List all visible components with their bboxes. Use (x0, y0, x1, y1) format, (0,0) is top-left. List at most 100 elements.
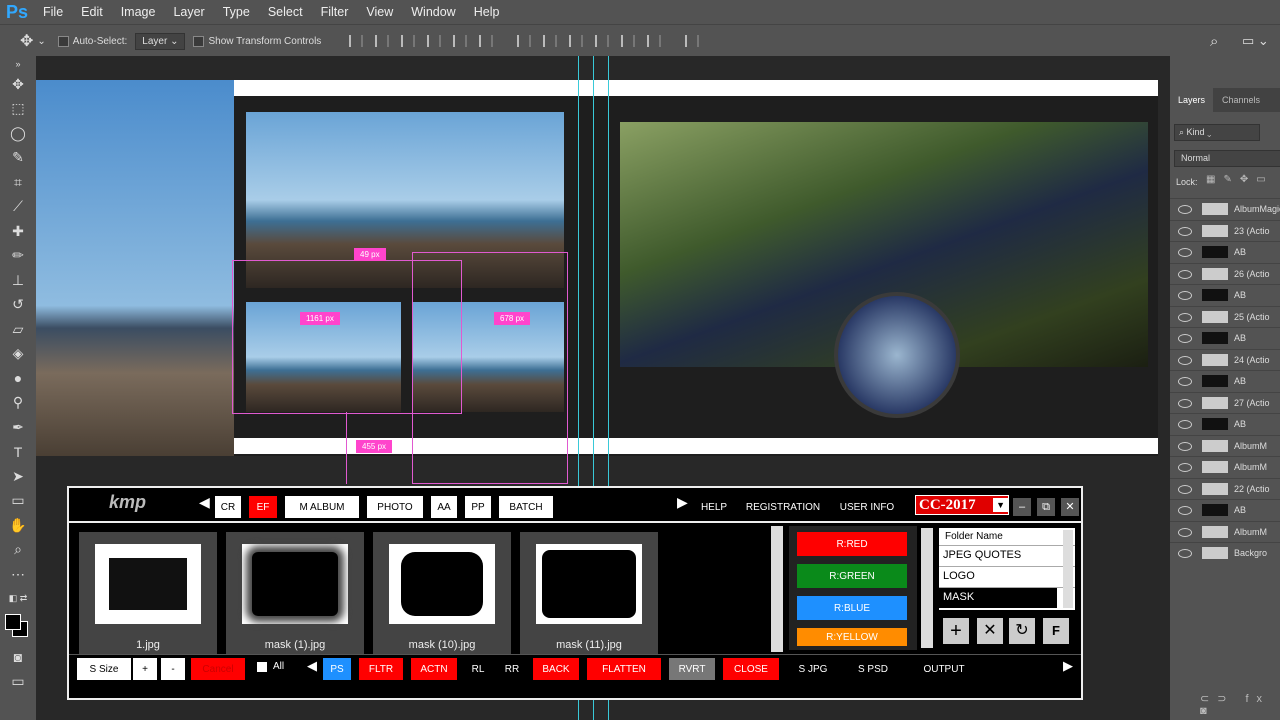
blue-button[interactable]: R:BLUE (797, 596, 907, 620)
blend-mode-select[interactable]: Normal (1174, 150, 1280, 167)
auto-select-dropdown[interactable]: Layer ⌄ (135, 32, 186, 50)
green-button[interactable]: R:GREEN (797, 564, 907, 588)
refresh-folder-button[interactable]: ↻ (1009, 618, 1035, 644)
layer-row[interactable]: 26 (Actio (1170, 262, 1280, 285)
layer-row[interactable]: AB (1170, 241, 1280, 263)
healing-tool-icon[interactable]: ✚ (0, 219, 36, 244)
visibility-eye-icon[interactable] (1178, 334, 1192, 343)
align-vcenter-icon[interactable] (375, 35, 390, 47)
s-psd-button[interactable]: S PSD (847, 658, 899, 680)
swap-colors-icon[interactable]: ◧ ⇄ (0, 587, 36, 612)
visibility-eye-icon[interactable] (1178, 398, 1192, 408)
cancel-button[interactable]: Cancel (191, 658, 245, 680)
back-button[interactable]: BACK (533, 658, 579, 680)
thumbnail-item[interactable]: mask (11).jpg (520, 532, 658, 654)
yellow-button[interactable]: R:YELLOW (797, 628, 907, 646)
chevron-right-icon[interactable]: ▶ (677, 494, 688, 511)
close-button[interactable]: CLOSE (723, 658, 779, 680)
layer-row[interactable]: AB (1170, 370, 1280, 392)
visibility-eye-icon[interactable] (1178, 527, 1192, 537)
output-button[interactable]: OUTPUT (907, 658, 981, 680)
batch-button[interactable]: BATCH (499, 496, 553, 518)
cr-button[interactable]: CR (215, 496, 241, 518)
visibility-eye-icon[interactable] (1178, 248, 1192, 257)
path-select-icon[interactable]: ➤ (0, 464, 36, 489)
thumbnail-item[interactable]: mask (1).jpg (226, 532, 364, 654)
minimize-button[interactable]: – (1013, 498, 1031, 516)
minus-button[interactable]: - (161, 658, 185, 680)
visibility-eye-icon[interactable] (1178, 463, 1192, 472)
thumbnail-item[interactable]: 1.jpg (79, 532, 217, 654)
layer-row[interactable]: AlbumM (1170, 520, 1280, 543)
transform-controls-checkbox[interactable] (193, 35, 205, 47)
stamp-tool-icon[interactable]: ⊥ (0, 268, 36, 293)
pp-button[interactable]: PP (465, 496, 491, 518)
pen-tool-icon[interactable]: ✒ (0, 415, 36, 440)
thumbnails-scrollbar[interactable] (771, 526, 783, 652)
registration-link[interactable]: REGISTRATION (739, 496, 827, 518)
menu-filter[interactable]: Filter (312, 5, 358, 19)
visibility-eye-icon[interactable] (1178, 355, 1192, 365)
dodge-tool-icon[interactable]: ⚲ (0, 391, 36, 416)
quick-mask-icon[interactable]: ◙ (0, 645, 36, 670)
align-top-icon[interactable] (349, 35, 364, 47)
visibility-eye-icon[interactable] (1178, 549, 1192, 558)
version-select[interactable]: CC-2017 ▼ (915, 495, 1009, 515)
layer-row[interactable]: AB (1170, 499, 1280, 521)
add-folder-button[interactable]: + (943, 618, 969, 644)
auto-select-checkbox[interactable] (57, 35, 69, 47)
distribute-right-icon[interactable] (647, 35, 662, 47)
align-bottom-icon[interactable] (401, 35, 416, 47)
screen-mode-icon[interactable]: ▭ (0, 670, 36, 695)
tab-channels[interactable]: Channels (1222, 88, 1260, 112)
tab-layers[interactable]: Layers (1170, 88, 1214, 112)
rr-button[interactable]: RR (499, 658, 525, 680)
rl-button[interactable]: RL (465, 658, 491, 680)
s-size-button[interactable]: S Size (77, 658, 131, 680)
chevron-left-icon[interactable]: ◀ (307, 658, 317, 674)
align-right-icon[interactable] (479, 35, 494, 47)
user-info-link[interactable]: USER INFO (835, 496, 899, 518)
menu-file[interactable]: File (34, 5, 72, 19)
blur-tool-icon[interactable]: ● (0, 366, 36, 391)
align-hcenter-icon[interactable] (453, 35, 468, 47)
more-tools-icon[interactable]: ⋯ (0, 562, 36, 587)
chevron-left-icon[interactable]: ◀ (199, 494, 210, 511)
distribute-left-icon[interactable] (595, 35, 610, 47)
align-left-icon[interactable] (427, 35, 442, 47)
rvrt-button[interactable]: RVRT (669, 658, 715, 680)
plus-button[interactable]: + (133, 658, 157, 680)
brush-tool-icon[interactable]: ✏ (0, 244, 36, 269)
visibility-eye-icon[interactable] (1178, 506, 1192, 515)
color-panel-scrollbar[interactable] (921, 528, 933, 648)
panel-footer-icons[interactable]: ⊂⊃ fx ◙ (1200, 692, 1280, 717)
menu-help[interactable]: Help (465, 5, 509, 19)
menu-image[interactable]: Image (112, 5, 165, 19)
close-window-button[interactable]: ✕ (1061, 498, 1079, 516)
photo-button[interactable]: PHOTO (367, 496, 423, 518)
visibility-eye-icon[interactable] (1178, 226, 1192, 236)
marquee-tool-icon[interactable]: ⬚ (0, 97, 36, 122)
menu-view[interactable]: View (357, 5, 402, 19)
distribute-vcenter-icon[interactable] (543, 35, 558, 47)
color-swatches[interactable] (0, 611, 36, 645)
help-link[interactable]: HELP (695, 496, 733, 518)
all-checkbox[interactable] (257, 662, 267, 672)
panel-collapse-icon[interactable]: » (0, 56, 36, 72)
flatten-button[interactable]: FLATTEN (587, 658, 661, 680)
layer-row[interactable]: Backgro (1170, 542, 1280, 564)
layer-row[interactable]: AB (1170, 327, 1280, 349)
folder-item[interactable]: JPEG QUOTES (939, 546, 1075, 567)
m-album-button[interactable]: M ALBUM (285, 496, 359, 518)
thumbnail-item[interactable]: mask (10).jpg (373, 532, 511, 654)
actn-button[interactable]: ACTN (411, 658, 457, 680)
layer-row[interactable]: 27 (Actio (1170, 391, 1280, 414)
workspace-icon[interactable]: ▭ ⌄ (1242, 33, 1269, 49)
folder-item-selected[interactable]: MASK (939, 588, 1057, 608)
search-icon[interactable]: ⌕ (1210, 33, 1218, 50)
red-button[interactable]: R:RED (797, 532, 907, 556)
visibility-eye-icon[interactable] (1178, 291, 1192, 300)
layer-row[interactable]: AB (1170, 413, 1280, 435)
layer-row[interactable]: AlbumMagic (1170, 198, 1280, 220)
lasso-tool-icon[interactable]: ◯ (0, 121, 36, 146)
